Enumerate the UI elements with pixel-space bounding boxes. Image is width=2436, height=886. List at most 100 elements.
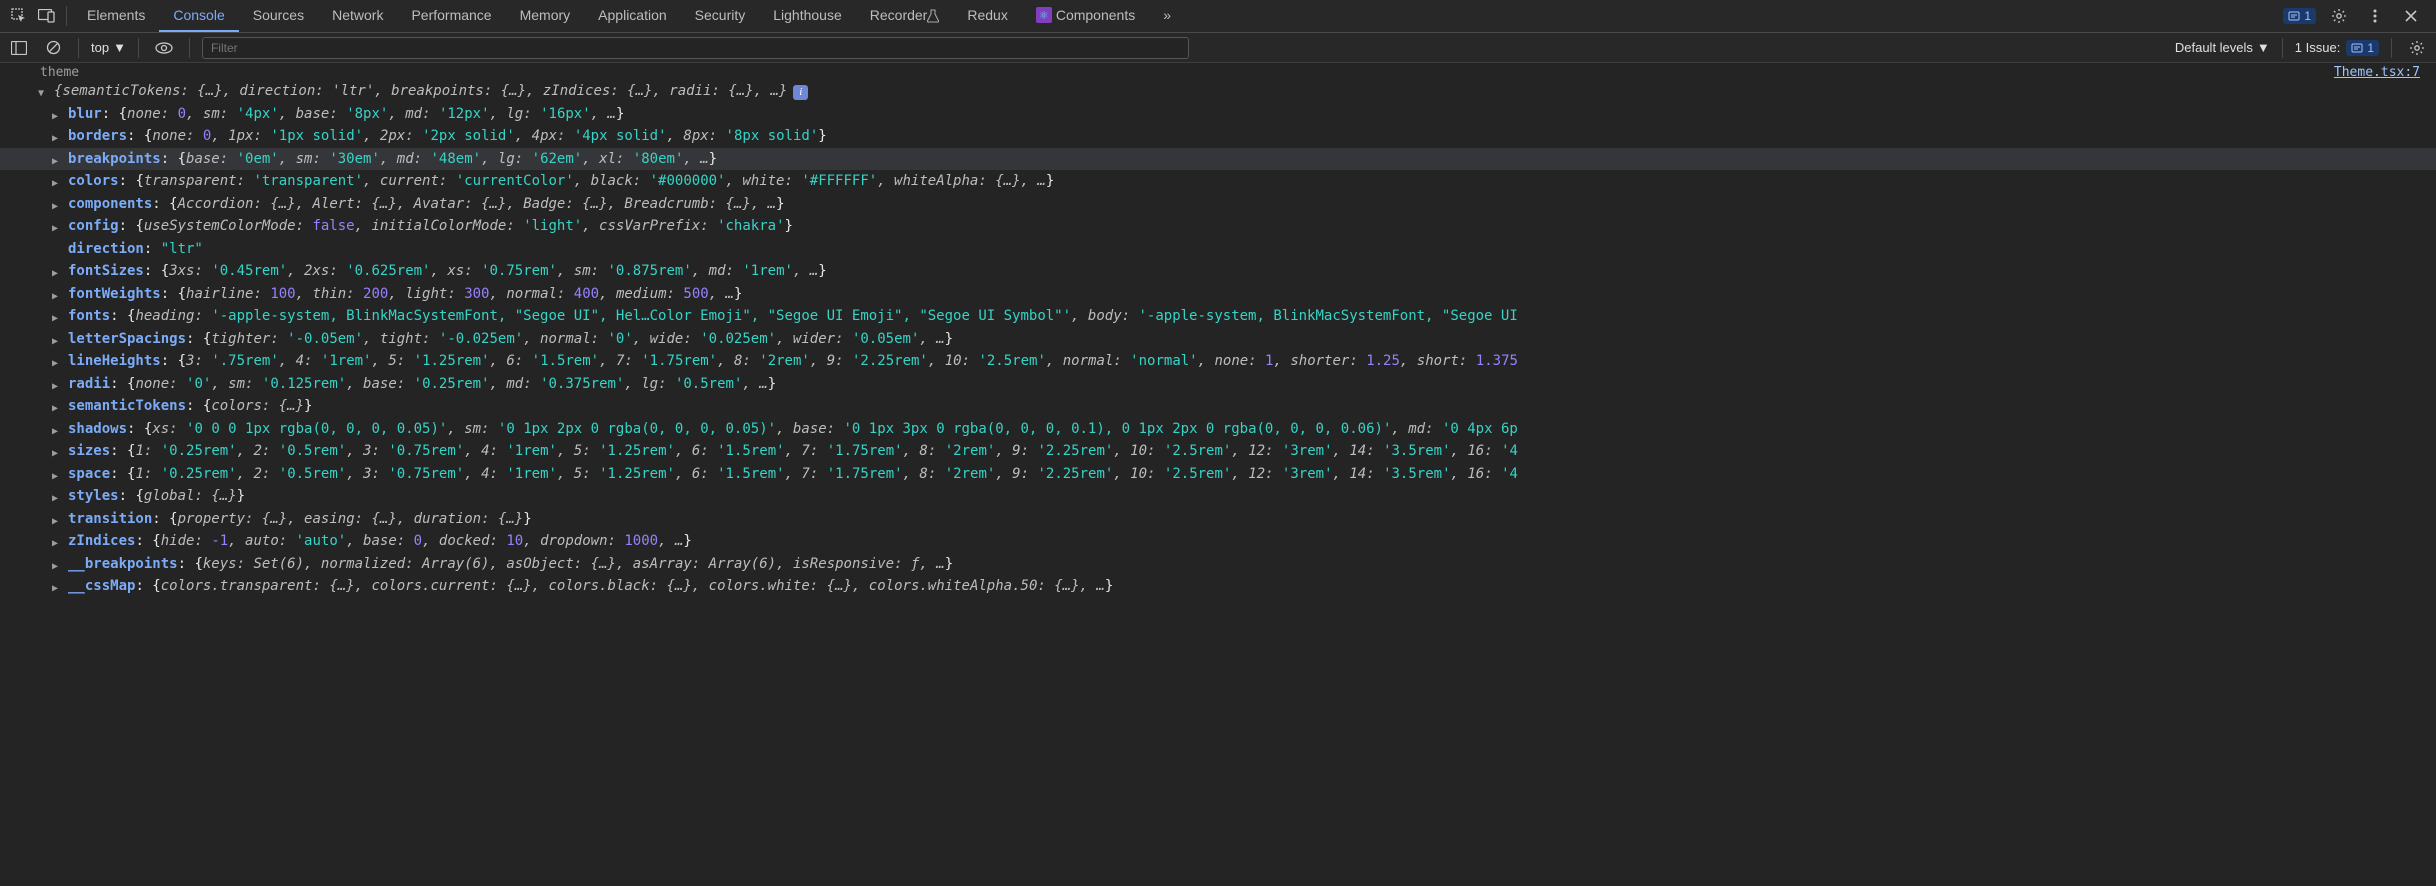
settings-icon[interactable]: [2326, 3, 2352, 29]
object-property-row[interactable]: __cssMap: {colors.transparent: {…}, colo…: [0, 575, 2436, 598]
token-g: , isResponsive:: [776, 556, 911, 572]
token-s: '1rem': [742, 263, 793, 279]
object-property-row[interactable]: fonts: {heading: '-apple-system, BlinkMa…: [0, 305, 2436, 328]
caret-right-icon[interactable]: [52, 467, 58, 488]
token-p: {: [135, 173, 143, 189]
object-property-row[interactable]: lineHeights: {3: '.75rem', 4: '1rem', 5:…: [0, 350, 2436, 373]
property-key: fontWeights: [68, 286, 161, 302]
punctuation: :: [110, 466, 127, 482]
summary-text: {semanticTokens: {…}, direction: 'ltr', …: [54, 83, 787, 99]
caret-right-icon[interactable]: [52, 197, 58, 218]
caret-right-icon[interactable]: [52, 579, 58, 600]
token-p: {: [194, 556, 202, 572]
filter-input[interactable]: [202, 37, 1189, 59]
object-property-row[interactable]: shadows: {xs: '0 0 0 1px rgba(0, 0, 0, 0…: [0, 418, 2436, 441]
object-property-row[interactable]: radii: {none: '0', sm: '0.125rem', base:…: [0, 373, 2436, 396]
object-property-row[interactable]: styles: {global: {…}}: [0, 485, 2436, 508]
object-property-row[interactable]: direction: "ltr": [0, 238, 2436, 261]
caret-right-icon[interactable]: [52, 444, 58, 465]
tab-performance[interactable]: Performance: [397, 0, 505, 32]
tab-console[interactable]: Console: [159, 0, 238, 32]
console-message-badge[interactable]: 1: [2283, 8, 2316, 24]
property-key: letterSpacings: [68, 331, 186, 347]
caret-right-icon[interactable]: [52, 399, 58, 420]
caret-right-icon[interactable]: [52, 332, 58, 353]
object-property-row[interactable]: fontWeights: {hairline: 100, thin: 200, …: [0, 283, 2436, 306]
object-property-row[interactable]: breakpoints: {base: '0em', sm: '30em', m…: [0, 148, 2436, 171]
caret-right-icon[interactable]: [52, 354, 58, 375]
object-property-row[interactable]: blur: {none: 0, sm: '4px', base: '8px', …: [0, 103, 2436, 126]
token-s: '2.5rem': [1164, 443, 1231, 459]
token-g: , 7:: [785, 443, 827, 459]
tab-application[interactable]: Application: [584, 0, 681, 32]
caret-right-icon[interactable]: [52, 534, 58, 555]
caret-right-icon[interactable]: [52, 512, 58, 533]
object-property-row[interactable]: config: {useSystemColorMode: false, init…: [0, 215, 2436, 238]
token-g: , lg:: [481, 151, 532, 167]
caret-right-icon[interactable]: [52, 264, 58, 285]
tab-recorder[interactable]: Recorder: [856, 0, 954, 32]
object-property-row[interactable]: semanticTokens: {colors: {…}}: [0, 395, 2436, 418]
log-levels-selector[interactable]: Default levels ▼: [2175, 40, 2270, 55]
token-s: '0.75rem': [388, 466, 464, 482]
console-settings-icon[interactable]: [2404, 35, 2430, 61]
tab-memory[interactable]: Memory: [506, 0, 585, 32]
caret-right-icon[interactable]: [52, 557, 58, 578]
tab-sources[interactable]: Sources: [239, 0, 318, 32]
more-tabs-icon[interactable]: »: [1149, 0, 1185, 32]
tab-network[interactable]: Network: [318, 0, 397, 32]
token-g: hairline:: [186, 286, 270, 302]
token-ell: {…}: [827, 578, 852, 594]
token-g: , 6:: [490, 353, 532, 369]
object-property-row[interactable]: fontSizes: {3xs: '0.45rem', 2xs: '0.625r…: [0, 260, 2436, 283]
caret-down-icon[interactable]: [38, 84, 44, 105]
object-property-row[interactable]: components: {Accordion: {…}, Alert: {…},…: [0, 193, 2436, 216]
token-p: }: [785, 218, 793, 234]
live-expression-icon[interactable]: [151, 35, 177, 61]
source-link[interactable]: Theme.tsx:7: [2334, 65, 2436, 80]
punctuation: :: [110, 308, 127, 324]
caret-right-icon[interactable]: [52, 287, 58, 308]
token-g: , 6:: [675, 466, 717, 482]
token-s: '8px': [346, 106, 388, 122]
execution-context-selector[interactable]: top ▼: [91, 40, 126, 55]
object-property-row[interactable]: colors: {transparent: 'transparent', cur…: [0, 170, 2436, 193]
token-p: }: [776, 196, 784, 212]
tab-redux[interactable]: Redux: [953, 0, 1021, 32]
tab-components[interactable]: ⚛Components: [1022, 0, 1149, 32]
caret-right-icon[interactable]: [52, 422, 58, 443]
tab-lighthouse[interactable]: Lighthouse: [759, 0, 856, 32]
toggle-sidebar-icon[interactable]: [6, 35, 32, 61]
kebab-menu-icon[interactable]: [2362, 3, 2388, 29]
object-property-row[interactable]: space: {1: '0.25rem', 2: '0.5rem', 3: '0…: [0, 463, 2436, 486]
object-property-row[interactable]: letterSpacings: {tighter: '-0.05em', tig…: [0, 328, 2436, 351]
caret-right-icon[interactable]: [52, 377, 58, 398]
object-property-row[interactable]: zIndices: {hide: -1, auto: 'auto', base:…: [0, 530, 2436, 553]
inspect-icon[interactable]: [6, 3, 32, 29]
device-toggle-icon[interactable]: [34, 3, 60, 29]
caret-right-icon[interactable]: [52, 152, 58, 173]
caret-right-icon[interactable]: [52, 309, 58, 330]
object-property-row[interactable]: transition: {property: {…}, easing: {…},…: [0, 508, 2436, 531]
object-property-row[interactable]: sizes: {1: '0.25rem', 2: '0.5rem', 3: '0…: [0, 440, 2436, 463]
tab-elements[interactable]: Elements: [73, 0, 159, 32]
caret-right-icon[interactable]: [52, 129, 58, 150]
object-property-row[interactable]: __breakpoints: {keys: Set(6), normalized…: [0, 553, 2436, 576]
caret-right-icon[interactable]: [52, 219, 58, 240]
issues-indicator[interactable]: 1 Issue: 1: [2295, 40, 2379, 56]
object-summary-row[interactable]: {semanticTokens: {…}, direction: 'ltr', …: [0, 80, 2436, 103]
punctuation: :: [110, 376, 127, 392]
token-n: 1000: [624, 533, 658, 549]
tab-label: Application: [598, 7, 667, 23]
close-icon[interactable]: [2398, 3, 2424, 29]
object-property-row[interactable]: borders: {none: 0, 1px: '1px solid', 2px…: [0, 125, 2436, 148]
caret-right-icon[interactable]: [52, 489, 58, 510]
caret-right-icon[interactable]: [52, 174, 58, 195]
token-g: , colors.current:: [355, 578, 507, 594]
token-p: {: [178, 353, 186, 369]
caret-right-icon[interactable]: [52, 107, 58, 128]
token-s: '2rem': [945, 466, 996, 482]
tab-security[interactable]: Security: [681, 0, 760, 32]
info-icon[interactable]: i: [793, 85, 808, 100]
clear-console-icon[interactable]: [40, 35, 66, 61]
